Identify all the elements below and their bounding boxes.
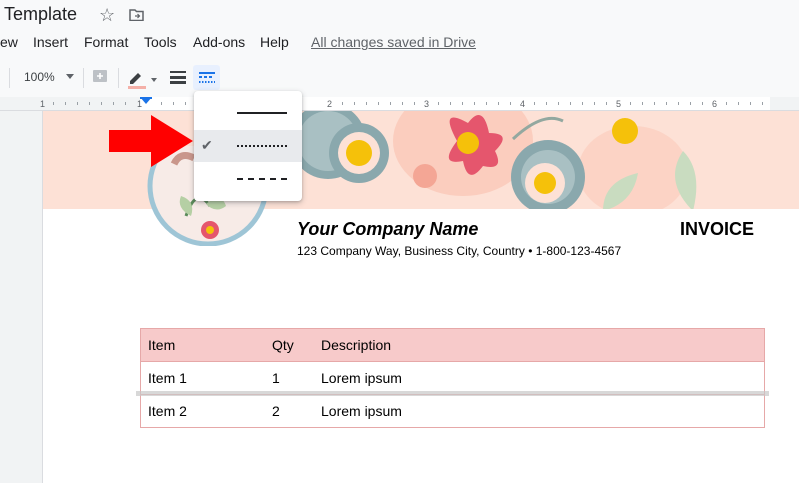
table-border-selection-handle[interactable] xyxy=(136,391,769,396)
invoice-table[interactable]: Item Qty Description Item 1 1 Lorem ipsu… xyxy=(140,328,765,428)
zoom-caret-icon[interactable] xyxy=(66,74,74,79)
table-row: Item 1 1 Lorem ipsum xyxy=(140,361,765,395)
border-dash-option-solid[interactable] xyxy=(194,97,302,129)
menu-addons[interactable]: Add-ons xyxy=(193,34,245,50)
menu-format[interactable]: Format xyxy=(84,34,128,50)
table-cell[interactable]: Lorem ipsum xyxy=(314,394,765,428)
solid-line-icon xyxy=(237,112,287,114)
border-dash-option-dashed[interactable] xyxy=(194,163,302,195)
horizontal-ruler[interactable]: 1 1 2 3 4 5 6 xyxy=(0,97,799,111)
company-name[interactable]: Your Company Name xyxy=(297,219,478,240)
invoice-title[interactable]: INVOICE xyxy=(680,219,754,240)
ruler-number: 4 xyxy=(520,99,525,109)
red-arrow-icon xyxy=(109,115,193,167)
zoom-select[interactable]: 100% xyxy=(24,70,55,84)
star-icon[interactable]: ☆ xyxy=(99,5,115,26)
table-header-cell[interactable]: Item xyxy=(140,328,265,362)
table-cell[interactable]: Item 2 xyxy=(140,394,265,428)
border-color-caret-icon[interactable] xyxy=(151,78,157,82)
toolbar-divider xyxy=(9,68,10,88)
insert-comment-icon[interactable] xyxy=(92,69,108,85)
table-cell[interactable]: 1 xyxy=(265,361,314,395)
table-cell[interactable]: 2 xyxy=(265,394,314,428)
menu-tools[interactable]: Tools xyxy=(144,34,177,50)
ruler-number: 6 xyxy=(712,99,717,109)
table-header-cell[interactable]: Description xyxy=(314,328,765,362)
ruler-number: 2 xyxy=(327,99,332,109)
menu-help[interactable]: Help xyxy=(260,34,289,50)
table-cell[interactable]: Item 1 xyxy=(140,361,265,395)
dashed-line-icon xyxy=(237,178,287,180)
toolbar-divider xyxy=(118,68,119,88)
doc-title[interactable]: Template xyxy=(4,4,77,25)
border-dash-menu: ✔ xyxy=(194,91,302,201)
table-cell[interactable]: Lorem ipsum xyxy=(314,361,765,395)
left-gutter xyxy=(0,111,43,483)
table-row: Item 2 2 Lorem ipsum xyxy=(140,394,765,428)
border-dash-option-dotted[interactable]: ✔ xyxy=(194,130,302,162)
border-dash-icon xyxy=(199,72,215,83)
menu-view[interactable]: ew xyxy=(0,34,18,50)
ruler-number: 1 xyxy=(40,99,45,109)
ruler-number: 3 xyxy=(424,99,429,109)
ruler-number: 1 xyxy=(137,99,142,109)
dotted-line-icon xyxy=(237,145,287,147)
table-header-cell[interactable]: Qty xyxy=(265,328,314,362)
menu-insert[interactable]: Insert xyxy=(33,34,68,50)
checkmark-icon: ✔ xyxy=(201,137,213,153)
ruler-number: 5 xyxy=(616,99,621,109)
border-width-icon[interactable] xyxy=(169,70,187,84)
ruler-ticks: 1 1 2 3 4 5 6 xyxy=(0,97,799,110)
toolbar-divider xyxy=(83,68,84,88)
save-status-link[interactable]: All changes saved in Drive xyxy=(311,34,476,50)
border-color-icon[interactable] xyxy=(127,68,147,90)
move-to-folder-icon[interactable] xyxy=(129,9,144,21)
table-header-row: Item Qty Description xyxy=(140,328,765,362)
company-address[interactable]: 123 Company Way, Business City, Country … xyxy=(297,244,621,258)
